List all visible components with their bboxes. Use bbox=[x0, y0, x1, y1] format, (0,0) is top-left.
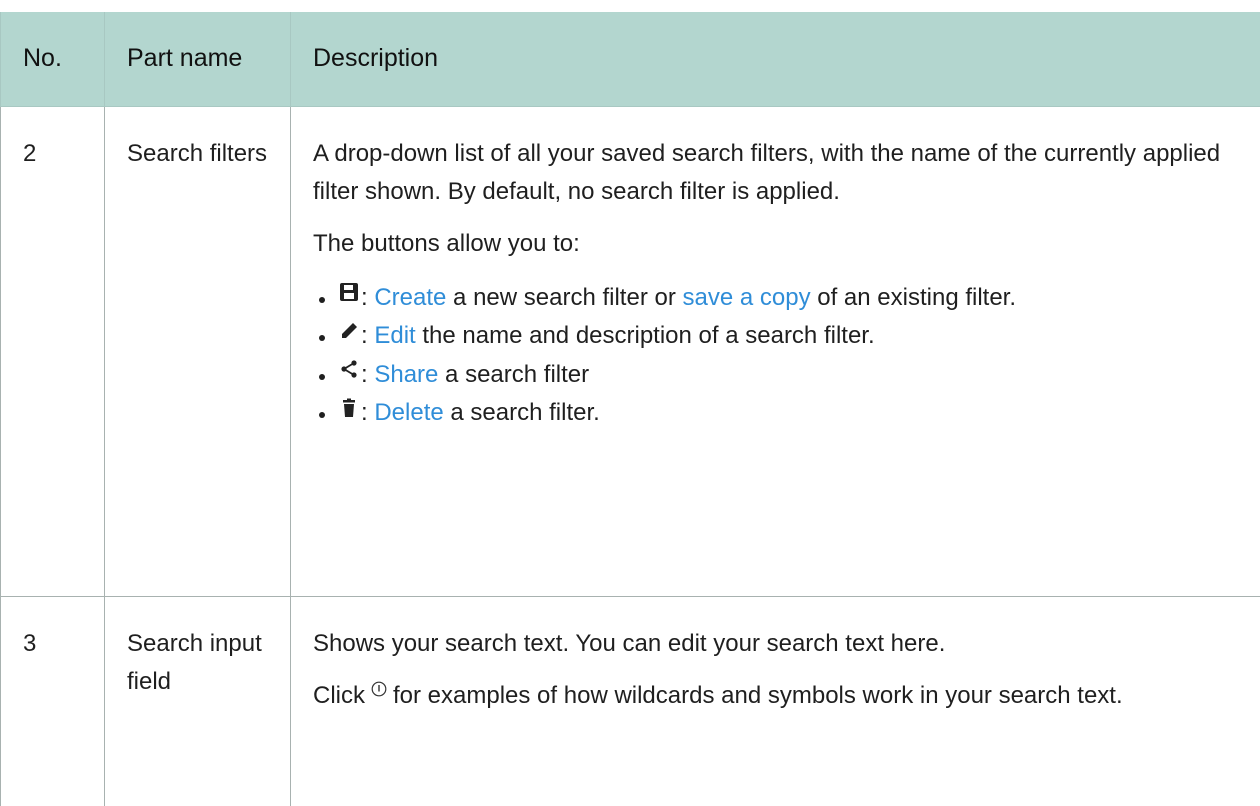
edit-link[interactable]: Edit bbox=[374, 322, 415, 349]
header-part-name: Part name bbox=[105, 12, 291, 106]
delete-link[interactable]: Delete bbox=[374, 399, 443, 426]
list-item: : Share a search filter bbox=[313, 356, 1252, 395]
description-cell: Shows your search text. You can edit you… bbox=[291, 596, 1260, 806]
parts-table: No. Part name Description 2 Search filte… bbox=[0, 12, 1260, 806]
list-text: a search filter. bbox=[444, 399, 600, 426]
part-name: Search input field bbox=[105, 596, 291, 806]
part-name: Search filters bbox=[105, 106, 291, 596]
list-item: : Edit the name and description of a sea… bbox=[313, 317, 1252, 356]
info-icon bbox=[371, 671, 387, 709]
description-paragraph: The buttons allow you to: bbox=[313, 225, 1252, 263]
separator: : bbox=[361, 322, 374, 349]
list-item: : Create a new search filter or save a c… bbox=[313, 279, 1252, 318]
description-text: for examples of how wildcards and symbol… bbox=[393, 682, 1123, 709]
row-number: 2 bbox=[1, 106, 105, 596]
table-header-row: No. Part name Description bbox=[1, 12, 1260, 106]
list-text: of an existing filter. bbox=[811, 284, 1016, 311]
trash-icon bbox=[339, 392, 359, 430]
top-strip bbox=[0, 0, 1260, 12]
header-no: No. bbox=[1, 12, 105, 106]
create-link[interactable]: Create bbox=[374, 284, 446, 311]
pencil-icon bbox=[339, 315, 359, 353]
description-text: Click bbox=[313, 682, 365, 709]
list-text: a new search filter or bbox=[446, 284, 682, 311]
table-row: 2 Search filters A drop-down list of all… bbox=[1, 106, 1260, 596]
list-text: a search filter bbox=[438, 361, 589, 388]
list-text: the name and description of a search fil… bbox=[416, 322, 875, 349]
separator: : bbox=[361, 361, 374, 388]
list-item: : Delete a search filter. bbox=[313, 394, 1252, 433]
separator: : bbox=[361, 399, 374, 426]
row-number: 3 bbox=[1, 596, 105, 806]
description-paragraph: Shows your search text. You can edit you… bbox=[313, 625, 1252, 663]
share-link[interactable]: Share bbox=[374, 361, 438, 388]
floppy-disk-icon bbox=[339, 276, 359, 314]
header-description: Description bbox=[291, 12, 1260, 106]
description-paragraph: Click for examples of how wildcards and s… bbox=[313, 677, 1252, 716]
table-row: 3 Search input field Shows your search t… bbox=[1, 596, 1260, 806]
save-a-copy-link[interactable]: save a copy bbox=[683, 284, 811, 311]
separator: : bbox=[361, 284, 374, 311]
description-cell: A drop-down list of all your saved searc… bbox=[291, 106, 1260, 596]
description-paragraph: A drop-down list of all your saved searc… bbox=[313, 135, 1252, 211]
share-icon bbox=[339, 353, 359, 391]
button-list: : Create a new search filter or save a c… bbox=[313, 279, 1252, 434]
